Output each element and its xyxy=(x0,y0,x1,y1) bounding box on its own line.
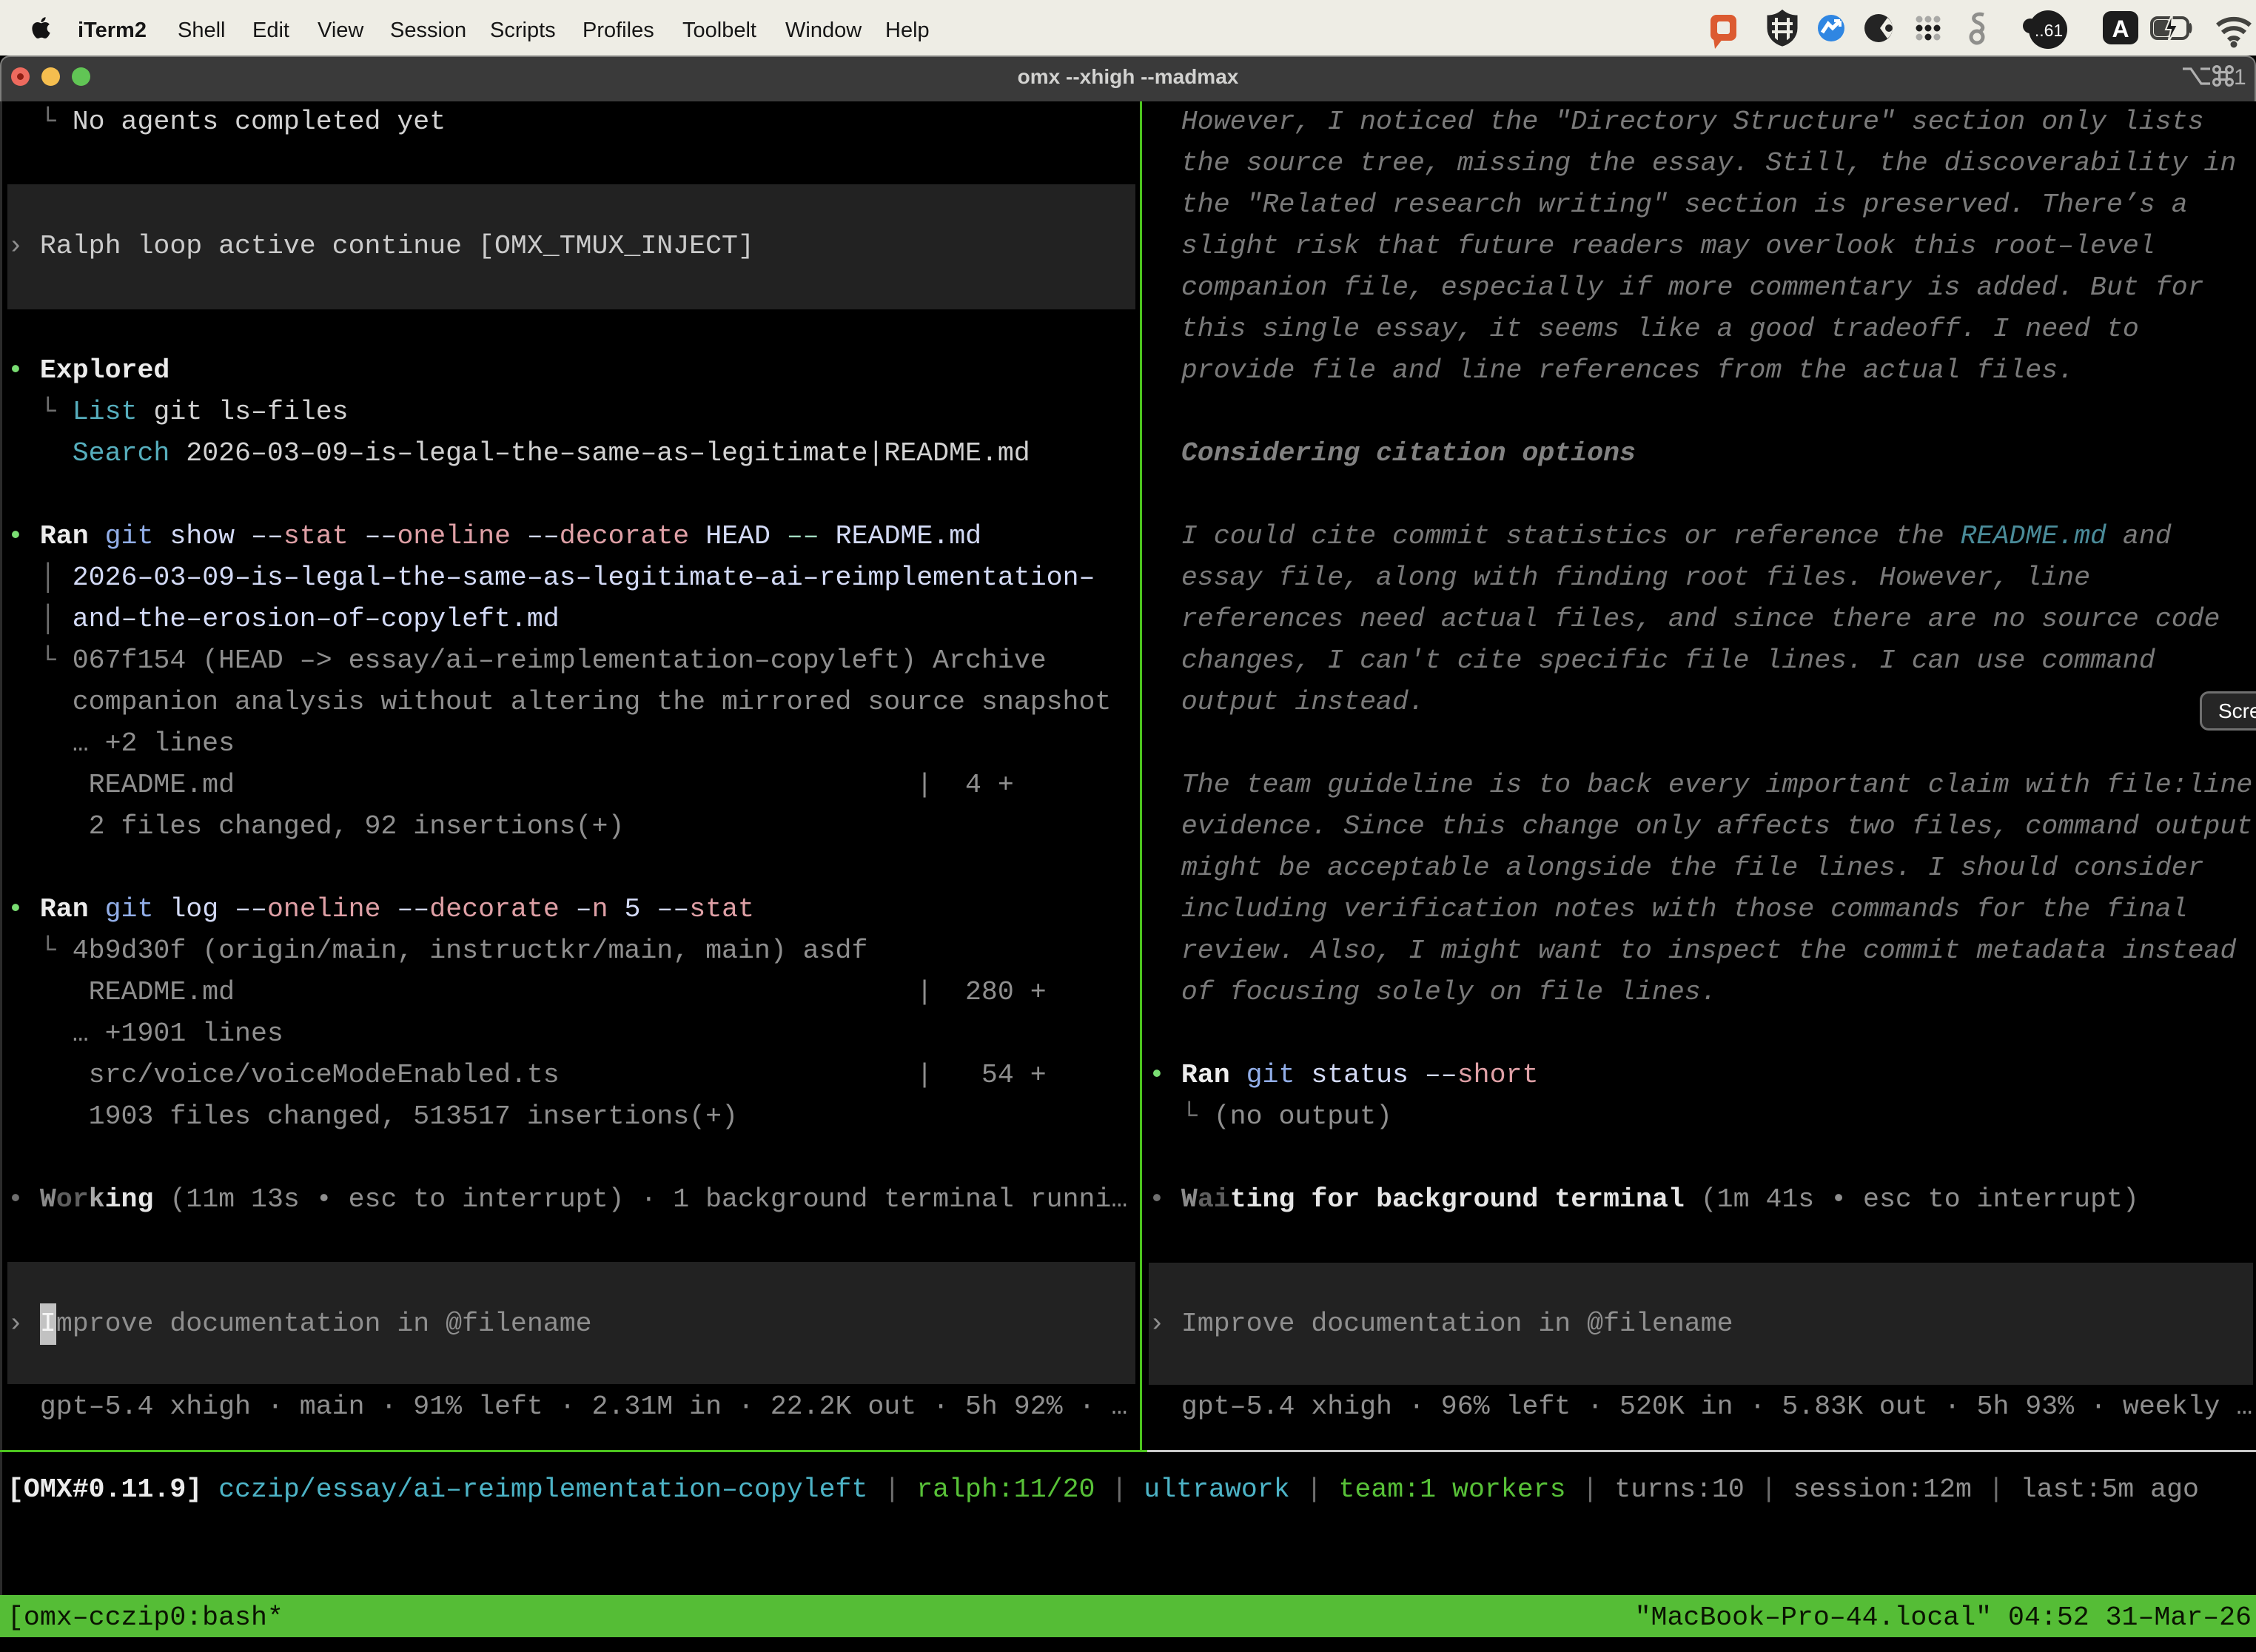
svg-text:1: 1 xyxy=(2234,65,2246,89)
svg-text:A: A xyxy=(2112,16,2129,42)
svg-text:..61: ..61 xyxy=(2035,21,2063,40)
